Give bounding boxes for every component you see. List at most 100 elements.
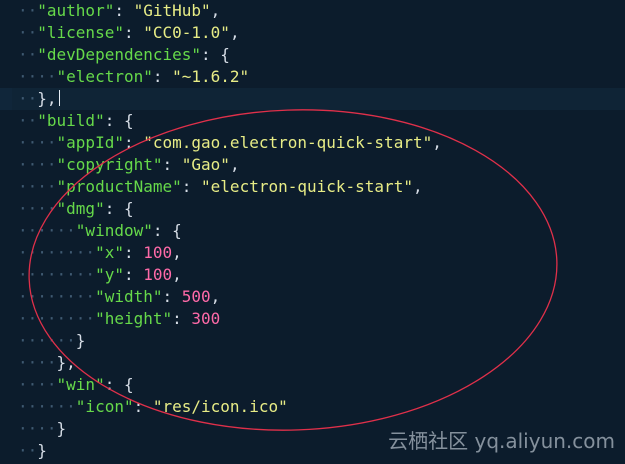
- code-editor[interactable]: ··"author": "GitHub", ··"license": "CC0-1…: [0, 0, 625, 464]
- json-key: "author": [37, 1, 115, 20]
- json-punctuation: ,: [412, 177, 423, 196]
- json-punctuation: ,: [210, 1, 221, 20]
- gutter-active-marker: [0, 88, 12, 110]
- indent-guide: ····: [18, 375, 57, 394]
- indent-guide: ··: [18, 23, 38, 42]
- json-key: "x": [95, 243, 124, 262]
- json-punctuation: ,: [172, 243, 182, 262]
- code-line[interactable]: ······}: [18, 330, 85, 352]
- json-punctuation: }: [56, 419, 67, 438]
- json-punctuation: ,: [229, 155, 240, 174]
- json-key: "appId": [56, 133, 124, 152]
- json-punctuation: :: [114, 1, 134, 20]
- json-string: "electron-quick-start": [201, 177, 413, 196]
- json-key: "window": [75, 221, 153, 240]
- json-punctuation: :: [172, 309, 192, 328]
- code-line[interactable]: ········"y": 100,: [18, 264, 182, 286]
- code-line[interactable]: ····}: [18, 418, 66, 440]
- indent-guide: ··: [18, 111, 38, 130]
- json-punctuation: ,: [229, 23, 240, 42]
- indent-guide: ····: [18, 199, 57, 218]
- json-punctuation: }: [75, 331, 86, 350]
- json-punctuation: }: [37, 441, 47, 460]
- json-punctuation: : {: [104, 375, 134, 394]
- json-string: "Gao": [181, 155, 230, 174]
- indent-guide: ····: [18, 67, 57, 86]
- json-key: "dmg": [56, 199, 105, 218]
- json-key: "y": [95, 265, 124, 284]
- json-punctuation: :: [162, 287, 182, 306]
- text-cursor: [58, 90, 60, 106]
- code-line[interactable]: ····"win": {: [18, 374, 134, 396]
- indent-guide: ····: [18, 155, 57, 174]
- json-punctuation: :: [133, 397, 153, 416]
- code-line[interactable]: ··"build": {: [18, 110, 134, 132]
- json-key: "copyright": [56, 155, 163, 174]
- json-string: "~1.6.2": [172, 67, 250, 86]
- code-line[interactable]: ····"electron": "~1.6.2": [18, 66, 249, 88]
- json-punctuation: :: [181, 177, 202, 196]
- json-punctuation: : {: [104, 111, 134, 130]
- json-key: "width": [95, 287, 163, 306]
- indent-guide: ····: [18, 133, 57, 152]
- json-punctuation: :: [123, 133, 144, 152]
- json-punctuation: ,: [432, 133, 442, 152]
- code-line[interactable]: ··"devDependencies": {: [18, 44, 230, 66]
- code-line[interactable]: ····},: [18, 352, 76, 374]
- json-punctuation: :: [152, 67, 173, 86]
- code-line[interactable]: ··"author": "GitHub",: [18, 0, 220, 22]
- indent-guide: ········: [18, 243, 96, 262]
- json-number: 300: [191, 309, 221, 328]
- indent-guide: ··: [18, 45, 38, 64]
- code-line[interactable]: ········"x": 100,: [18, 242, 182, 264]
- indent-guide: ····: [18, 419, 57, 438]
- json-key: "license": [37, 23, 124, 42]
- json-key: "build": [37, 111, 105, 130]
- code-line[interactable]: ····"appId": "com.gao.electron-quick-sta…: [18, 132, 442, 154]
- code-line[interactable]: ··}: [18, 440, 47, 462]
- watermark-text: 云栖社区 yq.aliyun.com: [388, 429, 615, 453]
- indent-guide: ··: [18, 441, 38, 460]
- json-punctuation: : {: [104, 199, 134, 218]
- indent-guide: ····: [18, 177, 57, 196]
- indent-guide: ········: [18, 309, 96, 328]
- code-line[interactable]: ····"copyright": "Gao",: [18, 154, 240, 176]
- json-string: "com.gao.electron-quick-start": [143, 133, 433, 152]
- json-string: "res/icon.ico": [152, 397, 288, 416]
- json-key: "productName": [56, 177, 182, 196]
- json-number: 100: [143, 243, 173, 262]
- code-line[interactable]: ··},: [18, 88, 60, 110]
- json-punctuation: : {: [152, 221, 182, 240]
- indent-guide: ······: [18, 397, 76, 416]
- active-line-highlight: [0, 88, 625, 110]
- json-punctuation: ,: [210, 287, 221, 306]
- json-key: "height": [95, 309, 173, 328]
- code-line[interactable]: ········"width": 500,: [18, 286, 220, 308]
- json-string: "GitHub": [133, 1, 211, 20]
- code-line[interactable]: ······"icon": "res/icon.ico": [18, 396, 288, 418]
- indent-guide: ··: [18, 89, 38, 108]
- json-key: "win": [56, 375, 105, 394]
- json-punctuation: },: [56, 353, 76, 372]
- json-punctuation: :: [123, 243, 144, 262]
- json-key: "devDependencies": [37, 45, 202, 64]
- code-line[interactable]: ··"license": "CC0-1.0",: [18, 22, 240, 44]
- json-punctuation: : {: [201, 45, 230, 64]
- indent-guide: ······: [18, 331, 76, 350]
- indent-guide: ····: [18, 353, 57, 372]
- json-string: "CC0-1.0": [143, 23, 230, 42]
- json-punctuation: ,: [172, 265, 182, 284]
- json-key: "icon": [75, 397, 134, 416]
- code-line[interactable]: ······"window": {: [18, 220, 182, 242]
- json-punctuation: },: [37, 89, 57, 108]
- code-line[interactable]: ····"productName": "electron-quick-start…: [18, 176, 423, 198]
- code-line[interactable]: ········"height": 300: [18, 308, 220, 330]
- indent-guide: ··: [18, 1, 38, 20]
- code-line[interactable]: ····"dmg": {: [18, 198, 134, 220]
- json-key: "electron": [56, 67, 153, 86]
- json-number: 100: [143, 265, 173, 284]
- indent-guide: ······: [18, 221, 76, 240]
- json-punctuation: :: [123, 265, 144, 284]
- indent-guide: ········: [18, 265, 96, 284]
- json-punctuation: :: [162, 155, 182, 174]
